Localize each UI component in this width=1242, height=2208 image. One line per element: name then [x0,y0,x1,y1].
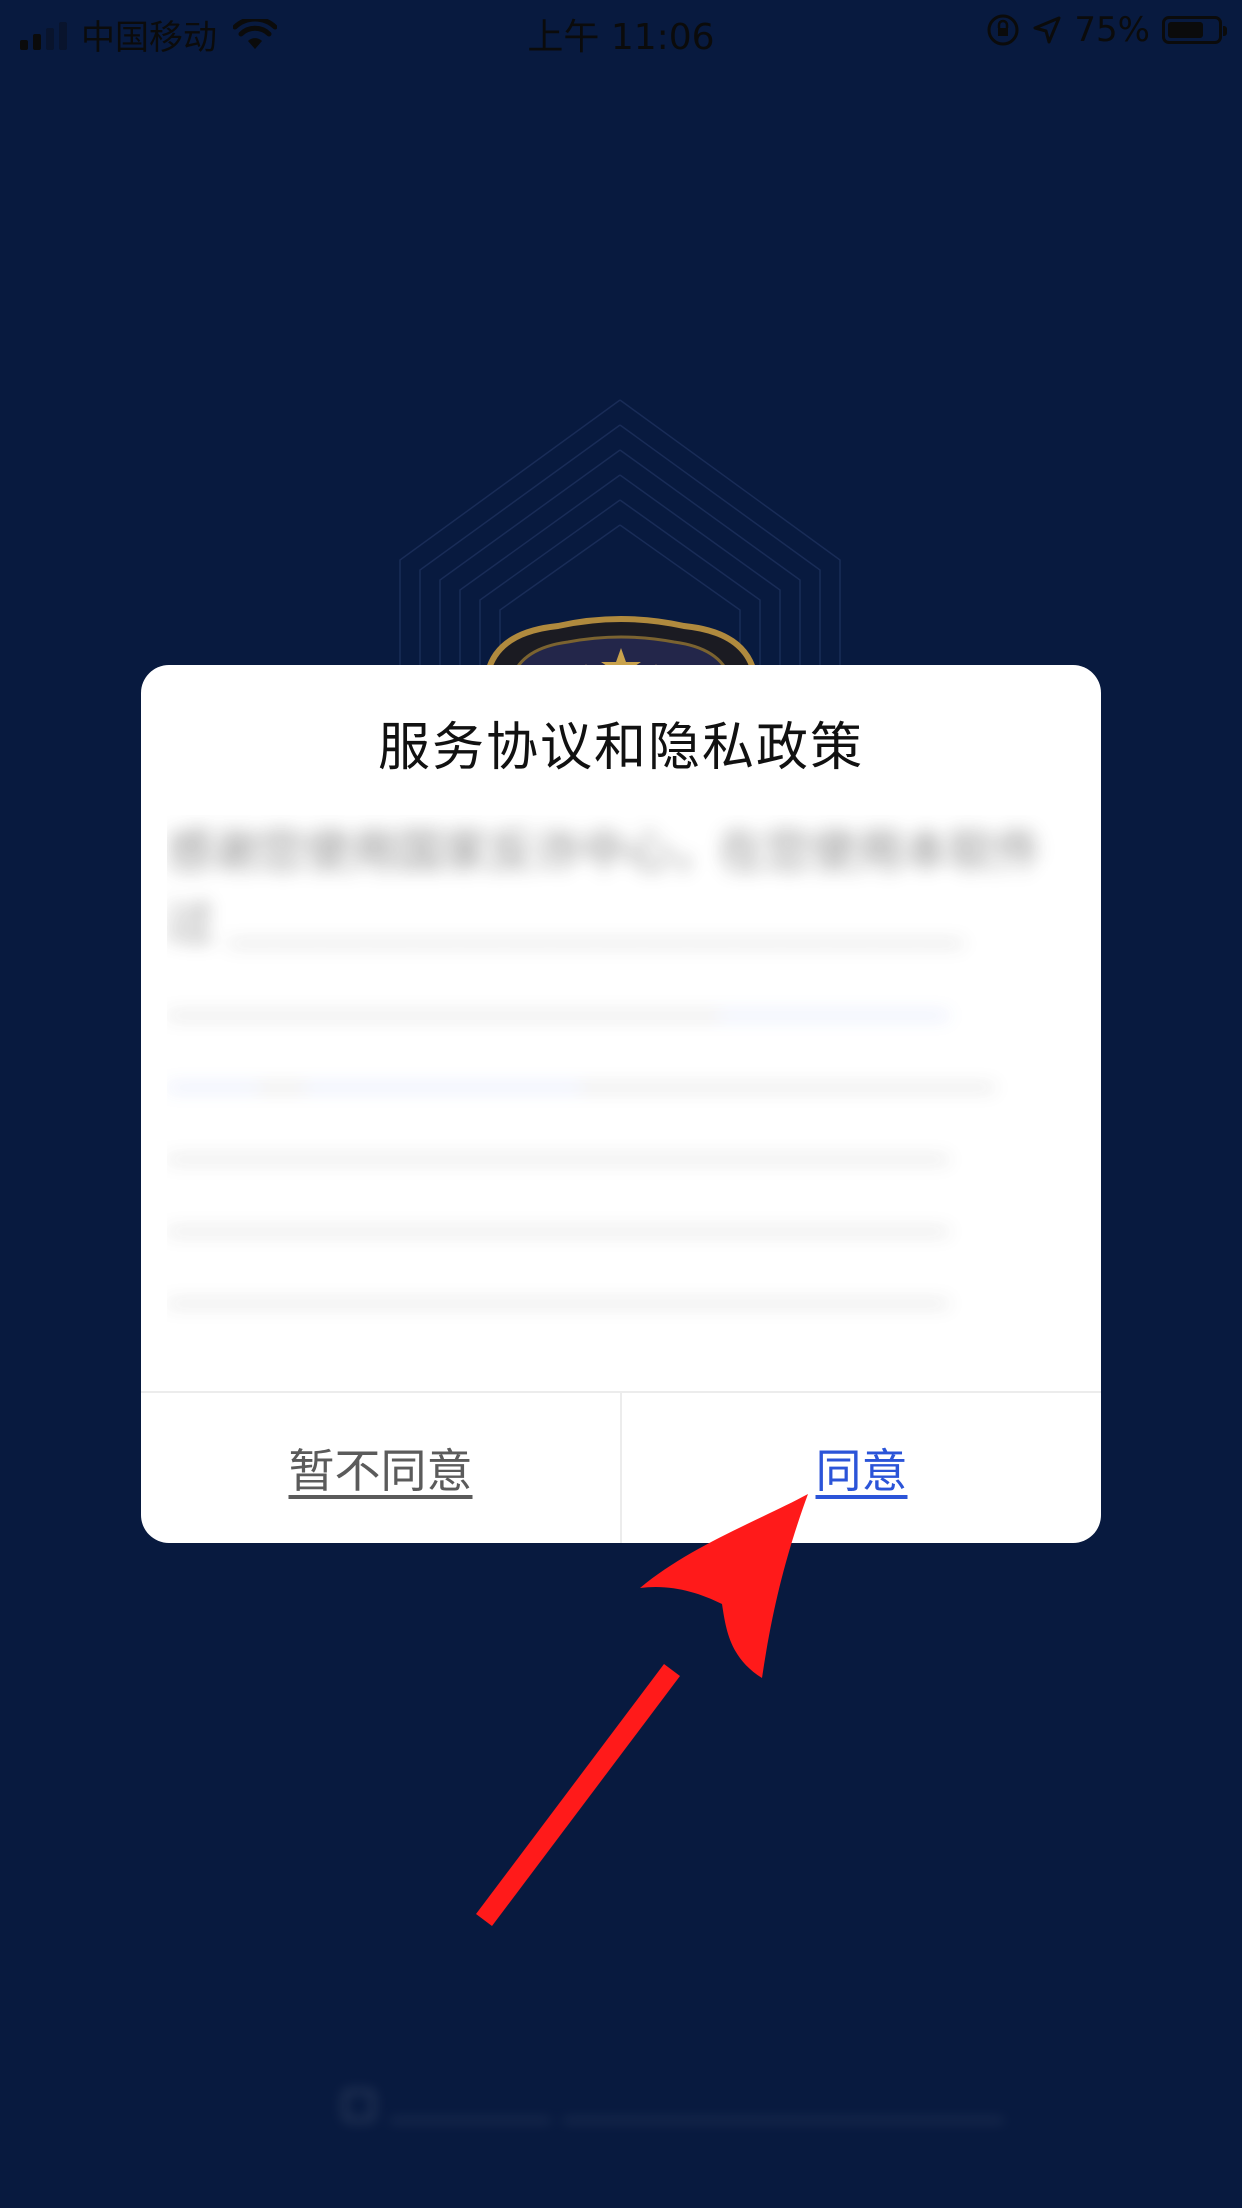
footer-agreement-row: ▢ ＿＿＿＿ ＿＿＿＿＿＿＿＿＿＿＿ [340,2070,1004,2130]
status-bar: 中国移动 上午 11:06 75% [0,0,1242,62]
privacy-dialog: 服务协议和隐私政策 感谢您使用国家反诈中心，在您使用本软件过 ＿＿＿＿＿＿＿＿＿… [141,665,1101,1543]
location-arrow-icon [1033,16,1061,44]
battery-level-fill [1168,22,1203,38]
dialog-body[interactable]: 感谢您使用国家反诈中心，在您使用本软件过 ＿＿＿＿＿＿＿＿＿＿＿＿＿＿＿＿ ＿＿… [167,815,1061,1355]
dialog-body-first-line: 感谢您使用国家反诈中心，在您使用本软件过 [167,824,1041,950]
battery-percentage: 75% [1074,10,1150,50]
dialog-body-text: 感谢您使用国家反诈中心，在您使用本软件过 ＿＿＿＿＿＿＿＿＿＿＿＿＿＿＿＿ ＿＿… [167,824,1041,1355]
dialog-body-fade [167,1315,1061,1355]
rotation-lock-icon [987,14,1019,46]
red-arrow-annotation [476,1494,808,1927]
dialog-title: 服务协议和隐私政策 [377,718,864,778]
battery-icon [1162,16,1227,44]
app-screen: 中国移动 上午 11:06 75% 服务协议和隐私政策 感谢您使用国家反诈中心，… [0,0,1242,2208]
footer-agreement-text: ▢ ＿＿＿＿ ＿＿＿＿＿＿＿＿＿＿＿ [340,2080,1004,2126]
status-right: 75% [986,10,1227,50]
